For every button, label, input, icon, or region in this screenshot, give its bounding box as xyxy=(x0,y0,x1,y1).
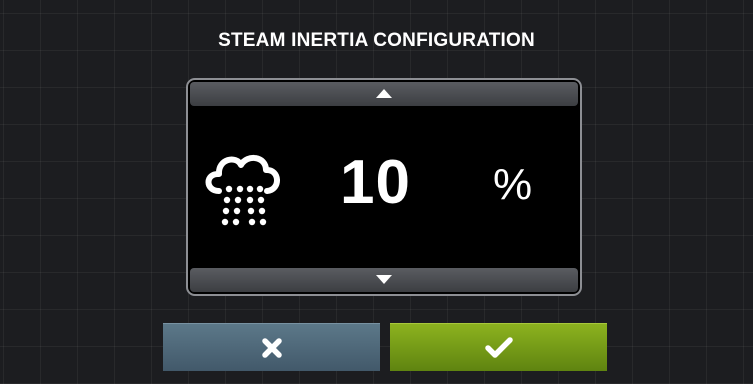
decrease-button[interactable] xyxy=(190,268,578,292)
increase-button[interactable] xyxy=(190,82,578,106)
checkmark-icon xyxy=(484,336,513,358)
triangle-down-icon xyxy=(376,275,392,284)
steam-icon xyxy=(205,155,280,226)
triangle-up-icon xyxy=(376,89,392,98)
setting-value: 10 xyxy=(340,148,411,217)
setting-unit: % xyxy=(493,160,533,209)
confirm-button[interactable] xyxy=(390,323,607,371)
cancel-button[interactable] xyxy=(163,323,380,371)
page-title: STEAM INERTIA CONFIGURATION xyxy=(218,30,535,51)
value-panel: 10 % xyxy=(186,78,582,296)
close-icon xyxy=(261,337,282,358)
